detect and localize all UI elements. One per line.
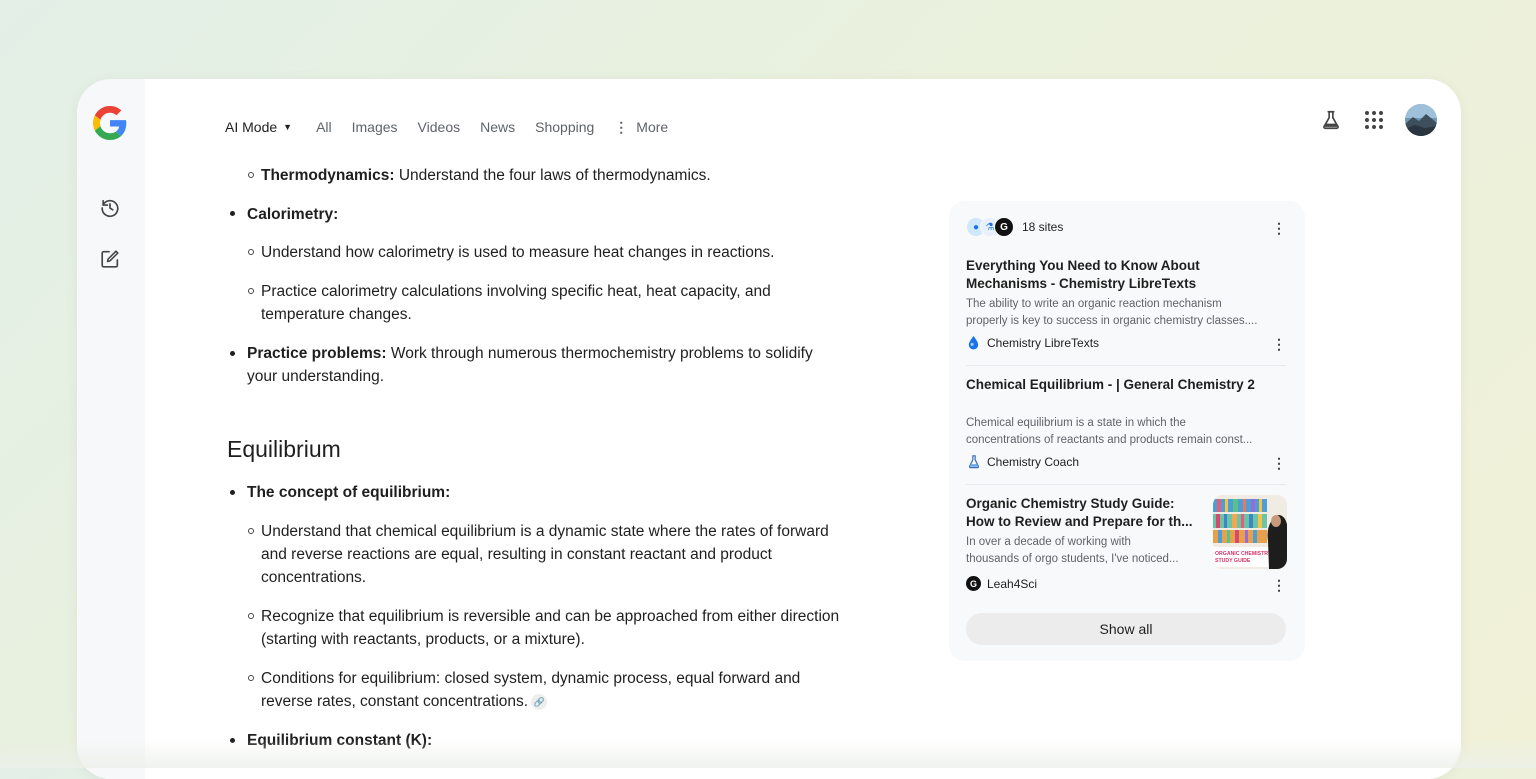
source-name: Chemistry Coach: [987, 454, 1080, 469]
svg-text:ORGANIC CHEMISTRY: ORGANIC CHEMISTRY: [1215, 551, 1272, 557]
history-button[interactable]: [96, 194, 124, 222]
tab-more-label: More: [636, 119, 669, 135]
list-item: Practice problems: Work through numerous…: [247, 342, 813, 365]
item-text: Work through numerous thermochemistry pr…: [386, 345, 813, 362]
list-item-continued: and reverse reactions are equal, resulti…: [261, 546, 772, 563]
source-snippet-cont: concentrations of reactants and products…: [966, 433, 1253, 446]
caret-down-icon: ▼: [283, 122, 293, 132]
tab-shopping[interactable]: Shopping: [535, 119, 594, 135]
source-title[interactable]: Organic Chemistry Study Guide:: [966, 495, 1175, 513]
source-snippet: In over a decade of working with: [966, 536, 1131, 548]
leah4sci-icon: G: [966, 576, 981, 591]
source-title[interactable]: Everything You Need to Know About: [966, 257, 1200, 275]
sub-bullet: [248, 613, 254, 619]
flask-icon: [966, 454, 981, 469]
divider: [966, 484, 1286, 485]
list-item-continued: reverse rates, constant concentrations. 🔗: [261, 690, 548, 713]
sources-panel: ● ⚗ G 18 sites ⋮ Everything You Need to …: [949, 201, 1305, 661]
header-actions: [1302, 104, 1437, 136]
source-name: Chemistry LibreTexts: [987, 335, 1100, 350]
history-icon: [101, 199, 119, 218]
source-name: Leah4Sci: [987, 576, 1038, 591]
source-snippet-cont: properly is key to success in organic ch…: [966, 314, 1258, 327]
list-item: Equilibrium constant (K):: [247, 732, 433, 749]
source-title-cont[interactable]: How to Review and Prepare for th...: [966, 513, 1193, 531]
bullet: [230, 490, 235, 495]
source-site[interactable]: G Leah4Sci: [966, 576, 1037, 591]
avatar-image: [1405, 104, 1437, 136]
tab-all[interactable]: All: [316, 119, 332, 135]
libretexts-icon: [966, 335, 981, 350]
edit-icon: [101, 250, 119, 268]
leah4sci-favicon: G: [994, 217, 1014, 237]
svg-text:STUDY GUIDE: STUDY GUIDE: [1215, 558, 1251, 564]
source-site[interactable]: Chemistry LibreTexts: [966, 335, 1099, 350]
more-vert-icon: ⋮: [614, 118, 629, 135]
more-vert-icon[interactable]: ⋮: [1272, 335, 1286, 353]
sub-bullet: [248, 249, 254, 255]
more-vert-icon[interactable]: ⋮: [1272, 454, 1286, 472]
list-item: Conditions for equilibrium: closed syste…: [261, 670, 801, 687]
source-snippet-cont: thousands of orgo students, I've noticed…: [966, 552, 1179, 565]
tab-ai-mode-label: AI Mode: [225, 119, 278, 135]
user-avatar[interactable]: [1405, 104, 1437, 136]
section-heading: Equilibrium: [227, 436, 341, 462]
bullet: [230, 351, 235, 356]
list-item: Understand how calorimetry is used to me…: [261, 244, 775, 261]
tab-images[interactable]: Images: [352, 119, 398, 135]
sub-bullet: [248, 528, 254, 534]
list-item-continued: (starting with reactants, products, or a…: [261, 631, 585, 648]
flask-icon: [1323, 110, 1339, 130]
more-vert-icon[interactable]: ⋮: [1272, 576, 1286, 594]
source-title-cont[interactable]: Mechanisms - Chemistry LibreTexts: [966, 275, 1196, 293]
source-snippet: The ability to write an organic reaction…: [966, 298, 1222, 310]
term: Practice problems:: [247, 345, 387, 362]
apps-grid-icon: [1365, 111, 1383, 129]
apps-button[interactable]: [1360, 106, 1388, 134]
google-g-logo[interactable]: [93, 106, 127, 140]
list-item: Thermodynamics: Understand the four laws…: [261, 164, 711, 187]
list-item: The concept of equilibrium:: [247, 484, 451, 501]
item-text: reverse rates, constant concentrations.: [261, 693, 529, 710]
sources-count: 18 sites: [1022, 220, 1064, 234]
source-title[interactable]: Chemical Equilibrium - | General Chemist…: [966, 376, 1255, 394]
list-item-continued: temperature changes.: [261, 306, 412, 323]
list-item-continued: concentrations.: [261, 569, 367, 586]
left-rail: [77, 79, 145, 779]
list-item: Recognize that equilibrium is reversible…: [261, 608, 840, 625]
tab-news[interactable]: News: [480, 119, 515, 135]
bullet: [230, 211, 235, 216]
show-all-button[interactable]: Show all: [966, 613, 1286, 645]
sub-bullet: [248, 675, 254, 681]
new-chat-button[interactable]: [96, 245, 124, 273]
list-item-continued: your understanding.: [247, 368, 385, 385]
list-item: Calorimetry:: [247, 206, 339, 223]
tab-videos[interactable]: Videos: [418, 119, 461, 135]
source-thumbnail[interactable]: ORGANIC CHEMISTRY STUDY GUIDE: [1213, 495, 1287, 569]
sub-bullet: [248, 288, 254, 294]
link-icon[interactable]: 🔗: [531, 693, 548, 710]
tab-ai-mode[interactable]: AI Mode ▼: [225, 119, 292, 135]
source-snippet: Chemical equilibrium is a state in which…: [966, 417, 1186, 429]
sources-header[interactable]: ● ⚗ G 18 sites: [966, 217, 1063, 237]
list-item: Understand that chemical equilibrium is …: [261, 523, 829, 540]
list-item: Practice calorimetry calculations involv…: [261, 283, 771, 300]
labs-button[interactable]: [1317, 106, 1345, 134]
bullet: [230, 738, 235, 743]
sub-bullet: [248, 172, 254, 178]
search-mode-tabs: AI Mode ▼ All Images Videos News Shoppin…: [225, 117, 688, 137]
item-text: Understand the four laws of thermodynami…: [394, 167, 711, 184]
source-site[interactable]: Chemistry Coach: [966, 454, 1079, 469]
sources-menu-icon[interactable]: ⋮: [1272, 219, 1286, 237]
divider: [966, 365, 1286, 366]
bookshelf-thumbnail-image: ORGANIC CHEMISTRY STUDY GUIDE: [1213, 495, 1287, 569]
tab-more[interactable]: ⋮ More: [614, 119, 668, 136]
term: Thermodynamics:: [261, 167, 395, 184]
browser-window: AI Mode ▼ All Images Videos News Shoppin…: [77, 79, 1461, 779]
